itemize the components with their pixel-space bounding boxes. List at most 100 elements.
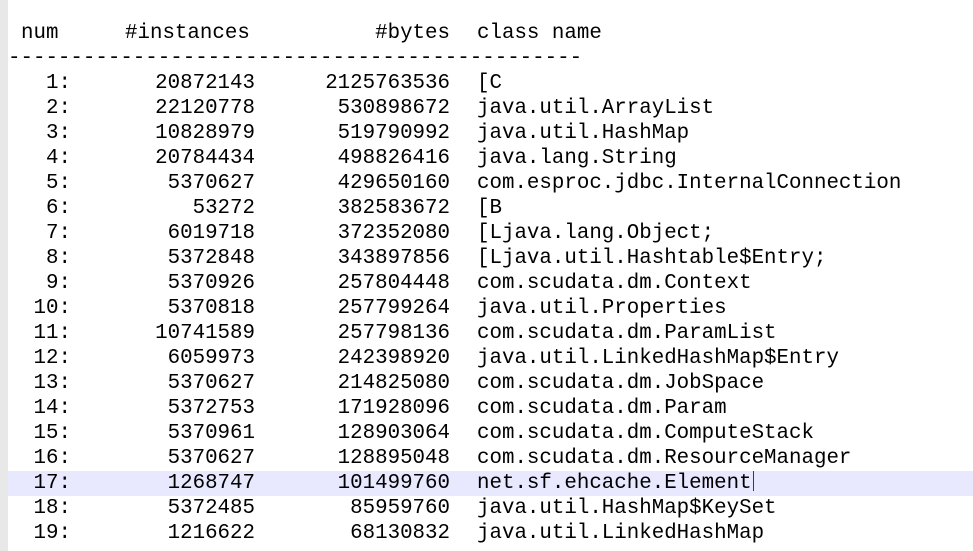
table-row[interactable]: 18: 5372485 85959760 java.util.HashMap$KeyS… — [8, 496, 973, 521]
row-instances: 5372848 — [167, 247, 255, 270]
row-class-name: java.util.LinkedHashMap$Entry — [477, 347, 839, 370]
table-row[interactable]: 5: 5370627 429650160 com.esproc.jdbc.Intern… — [8, 171, 973, 196]
row-class-name: [Ljava.lang.Object; — [477, 222, 715, 245]
row-num: 5: — [46, 172, 71, 195]
table-row[interactable]: 10: 5370818 257799264 java.util.Properties — [8, 296, 973, 321]
row-num: 7: — [46, 222, 71, 245]
row-instances: 5370627 — [167, 372, 255, 395]
row-instances: 5370961 — [167, 422, 255, 445]
row-num: 13: — [33, 372, 71, 395]
row-instances: 5372485 — [167, 497, 255, 520]
row-bytes: 257798136 — [337, 322, 450, 345]
row-instances: 5370926 — [167, 272, 255, 295]
row-instances: 1268747 — [167, 472, 255, 495]
row-class-name: [Ljava.util.Hashtable$Entry; — [477, 247, 827, 270]
row-num: 1: — [46, 72, 71, 95]
row-class-name: com.scudata.dm.JobSpace — [477, 372, 765, 395]
row-class-name: [C — [477, 72, 502, 95]
row-num: 18: — [33, 497, 71, 520]
table-row[interactable]: 12: 6059973 242398920 java.util.LinkedHashM… — [8, 346, 973, 371]
row-class-name: com.scudata.dm.Param — [477, 397, 727, 420]
row-num: 9: — [46, 272, 71, 295]
row-num: 6: — [46, 197, 71, 220]
row-num: 11: — [33, 322, 71, 345]
row-bytes: 382583672 — [337, 197, 450, 220]
row-num: 3: — [46, 122, 71, 145]
text-caret — [752, 471, 754, 491]
table-row[interactable]: 6: 53272 382583672 [B — [8, 196, 973, 221]
table-row[interactable]: 19: 1216622 68130832 java.util.LinkedHashMa… — [8, 521, 973, 546]
table-row[interactable]: 3: 10828979 519790992 java.util.HashMap — [8, 121, 973, 146]
row-class-name: com.scudata.dm.ResourceManager — [477, 447, 852, 470]
row-num: 19: — [33, 522, 71, 545]
row-bytes: 171928096 — [337, 397, 450, 420]
editor-gutter — [0, 0, 8, 551]
table-row[interactable]: 17: 1268747 101499760 net.sf.ehcache.Elemen… — [8, 471, 973, 496]
row-bytes: 128895048 — [337, 447, 450, 470]
table-row[interactable]: 7: 6019718 372352080 [Ljava.lang.Object; — [8, 221, 973, 246]
row-bytes: 85959760 — [350, 497, 450, 520]
row-instances: 10828979 — [155, 122, 255, 145]
row-class-name: com.esproc.jdbc.InternalConnection — [477, 172, 902, 195]
row-class-name: com.scudata.dm.Context — [477, 272, 752, 295]
row-instances: 5372753 — [167, 397, 255, 420]
row-class-name: com.scudata.dm.ComputeStack — [477, 422, 814, 445]
row-class-name: net.sf.ehcache.Element — [477, 471, 754, 495]
header-num: num — [21, 22, 59, 45]
row-bytes: 2125763536 — [325, 72, 450, 95]
table-row[interactable]: 13: 5370627 214825080 com.scudata.dm.JobSpa… — [8, 371, 973, 396]
row-bytes: 101499760 — [337, 472, 450, 495]
row-class-name: [B — [477, 197, 502, 220]
row-class-name: java.util.ArrayList — [477, 97, 715, 120]
row-class-name: java.util.Properties — [477, 297, 727, 320]
row-num: 4: — [46, 147, 71, 170]
row-instances: 22120778 — [155, 97, 255, 120]
row-bytes: 372352080 — [337, 222, 450, 245]
row-class-name: java.util.HashMap$KeySet — [477, 497, 777, 520]
row-class-name: java.util.HashMap — [477, 122, 690, 145]
row-bytes: 519790992 — [337, 122, 450, 145]
row-instances: 20872143 — [155, 72, 255, 95]
table-row[interactable]: 15: 5370961 128903064 com.scudata.dm.Comput… — [8, 421, 973, 446]
row-class-name: com.scudata.dm.ParamList — [477, 322, 777, 345]
header-separator: ----------------------------------------… — [8, 47, 583, 70]
header-class-name: class name — [477, 22, 602, 45]
table-row[interactable]: 4: 20784434 498826416 java.lang.String — [8, 146, 973, 171]
row-instances: 6059973 — [167, 347, 255, 370]
table-row[interactable]: 14: 5372753 171928096 com.scudata.dm.Param — [8, 396, 973, 421]
row-num: 2: — [46, 97, 71, 120]
table-row[interactable]: 2: 22120778 530898672 java.util.ArrayList — [8, 96, 973, 121]
row-num: 10: — [33, 297, 71, 320]
row-instances: 5370627 — [167, 447, 255, 470]
row-instances: 53272 — [192, 197, 255, 220]
row-instances: 20784434 — [155, 147, 255, 170]
row-num: 16: — [33, 447, 71, 470]
row-instances: 6019718 — [167, 222, 255, 245]
row-num: 8: — [46, 247, 71, 270]
row-class-name: java.lang.String — [477, 147, 677, 170]
row-bytes: 257799264 — [337, 297, 450, 320]
row-instances: 1216622 — [167, 522, 255, 545]
row-instances: 5370627 — [167, 172, 255, 195]
table-row[interactable]: 16: 5370627 128895048 com.scudata.dm.Resour… — [8, 446, 973, 471]
row-bytes: 214825080 — [337, 372, 450, 395]
row-bytes: 343897856 — [337, 247, 450, 270]
row-bytes: 498826416 — [337, 147, 450, 170]
row-num: 14: — [33, 397, 71, 420]
table-row[interactable]: 11: 10741589 257798136 com.scudata.dm.Param… — [8, 321, 973, 346]
row-bytes: 242398920 — [337, 347, 450, 370]
row-bytes: 128903064 — [337, 422, 450, 445]
text-editor[interactable]: num #instances #bytes class name -------… — [8, 0, 973, 551]
row-instances: 5370818 — [167, 297, 255, 320]
header-row: num #instances #bytes class name — [8, 21, 973, 46]
row-num: 12: — [33, 347, 71, 370]
row-bytes: 530898672 — [337, 97, 450, 120]
table-row[interactable]: 9: 5370926 257804448 com.scudata.dm.Context — [8, 271, 973, 296]
table-row[interactable]: 1: 20872143 2125763536 [C — [8, 71, 973, 96]
row-bytes: 429650160 — [337, 172, 450, 195]
table-row[interactable]: 8: 5372848 343897856 [Ljava.util.Hashtable$… — [8, 246, 973, 271]
row-class-name: java.util.LinkedHashMap — [477, 522, 765, 545]
row-bytes: 68130832 — [350, 522, 450, 545]
row-bytes: 257804448 — [337, 272, 450, 295]
row-num: 15: — [33, 422, 71, 445]
